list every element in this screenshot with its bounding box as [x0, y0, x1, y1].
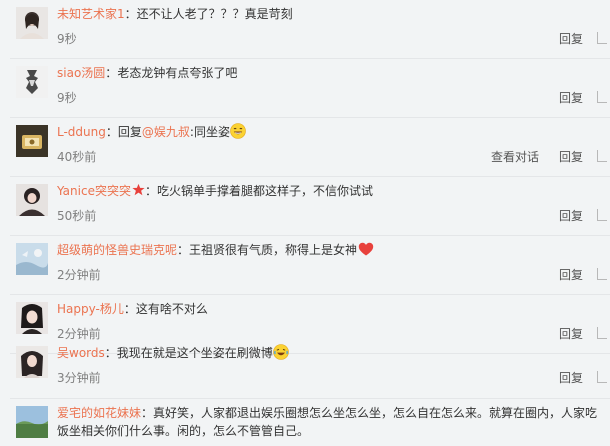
- colon: ：: [105, 66, 118, 80]
- comment-text: 老态龙钟有点夸张了吧: [117, 66, 238, 80]
- comment-item: 未知艺术家1：还不让人老了？？？真是苛刻 9秒 回复: [0, 0, 610, 59]
- comment-text: 我现在就是这个坐姿在刷微博: [116, 346, 273, 360]
- username[interactable]: 未知艺术家1: [57, 7, 125, 21]
- reply-corner-icon: [597, 371, 607, 383]
- comment-actions: 回复: [539, 90, 610, 106]
- colon: ：: [177, 243, 190, 257]
- reply-corner-icon: [597, 91, 607, 103]
- colon: ：: [124, 7, 137, 21]
- username[interactable]: Yanice突突突: [57, 184, 131, 198]
- view-conversation-button[interactable]: 查看对话: [491, 149, 539, 165]
- avatar[interactable]: [16, 184, 48, 216]
- laugh-emoji: [230, 123, 246, 139]
- star-badge-icon: [132, 183, 145, 196]
- reply-button[interactable]: 回复: [559, 149, 583, 165]
- reply-button[interactable]: 回复: [559, 370, 583, 386]
- username[interactable]: 超级萌的怪兽史瑞克呢: [57, 243, 177, 257]
- timestamp: 2分钟前: [57, 268, 101, 282]
- reply-corner-icon: [597, 32, 607, 44]
- username[interactable]: siao汤圆: [57, 66, 105, 80]
- reply-button[interactable]: 回复: [559, 90, 583, 106]
- reply-button[interactable]: 回复: [559, 31, 583, 47]
- timestamp: 40秒前: [57, 150, 97, 164]
- comment-text: 王祖贤很有气质，称得上是女神: [189, 243, 358, 257]
- comment-actions: 查看对话 回复: [491, 149, 610, 165]
- comment-actions: 回复: [539, 370, 610, 386]
- timestamp: 50秒前: [57, 209, 97, 223]
- comment-text: :同坐姿: [189, 125, 230, 139]
- avatar[interactable]: [16, 346, 48, 378]
- colon: ：: [144, 184, 157, 198]
- username[interactable]: L-ddung: [57, 125, 106, 139]
- heart-emoji: [358, 241, 374, 257]
- username[interactable]: 爱宅的如花妹妹: [57, 406, 141, 420]
- timestamp: 9秒: [57, 91, 77, 105]
- comment-actions: 回复: [539, 267, 610, 283]
- timestamp: 9秒: [57, 32, 77, 46]
- username[interactable]: Happy-杨儿: [57, 302, 124, 316]
- comment-text: 还不让人老了？？？真是苛刻: [136, 7, 293, 21]
- comment-item: Yanice突突突 ：吃火锅单手撑着腿都这样子，不信你试试 50秒前 回复: [0, 177, 610, 236]
- timestamp: 3分钟前: [57, 371, 101, 385]
- colon: ：: [105, 125, 118, 139]
- avatar[interactable]: [16, 7, 48, 39]
- reply-button[interactable]: 回复: [559, 208, 583, 224]
- avatar[interactable]: [16, 302, 48, 334]
- avatar[interactable]: [16, 66, 48, 98]
- comment-item: siao汤圆：老态龙钟有点夸张了吧 9秒 回复: [0, 59, 610, 118]
- comment-feed: 未知艺术家1：还不让人老了？？？真是苛刻 9秒 回复 siao汤圆：老态龙钟有点…: [0, 0, 610, 446]
- username[interactable]: 吴words: [57, 346, 105, 360]
- avatar[interactable]: [16, 243, 48, 275]
- reply-corner-icon: [597, 209, 607, 221]
- colon: ：: [123, 302, 136, 316]
- comment-item: 爱宅的如花妹妹：真好笑，人家都退出娱乐圈想怎么坐怎么坐，怎么自在怎么来。就算在圈…: [0, 399, 610, 446]
- colon: ：: [104, 346, 117, 360]
- mention-link[interactable]: @娱九叔: [142, 125, 190, 139]
- comment-actions: 回复: [539, 31, 610, 47]
- comment-text: 吃火锅单手撑着腿都这样子，不信你试试: [156, 184, 373, 198]
- comment-actions: 回复: [539, 208, 610, 224]
- avatar[interactable]: [16, 406, 48, 438]
- colon: ：: [141, 406, 154, 420]
- comment-item: 超级萌的怪兽史瑞克呢：王祖贤很有气质，称得上是女神 2分钟前 回复: [0, 236, 610, 295]
- reply-corner-icon: [597, 150, 607, 162]
- reply-corner-icon: [597, 327, 607, 339]
- reply-button[interactable]: 回复: [559, 267, 583, 283]
- comment-item: 吴words：我现在就是这个坐姿在刷微博 3分钟前 回复: [0, 339, 610, 399]
- reply-corner-icon: [597, 268, 607, 280]
- laugh-cry-emoji: [272, 344, 289, 360]
- comment-text: 这有啥不对么: [135, 302, 208, 316]
- reply-prefix: 回复: [117, 125, 142, 139]
- comment-item: L-ddung：回复@娱九叔:同坐姿 40秒前 查看对话 回复: [0, 118, 610, 177]
- avatar[interactable]: [16, 125, 48, 157]
